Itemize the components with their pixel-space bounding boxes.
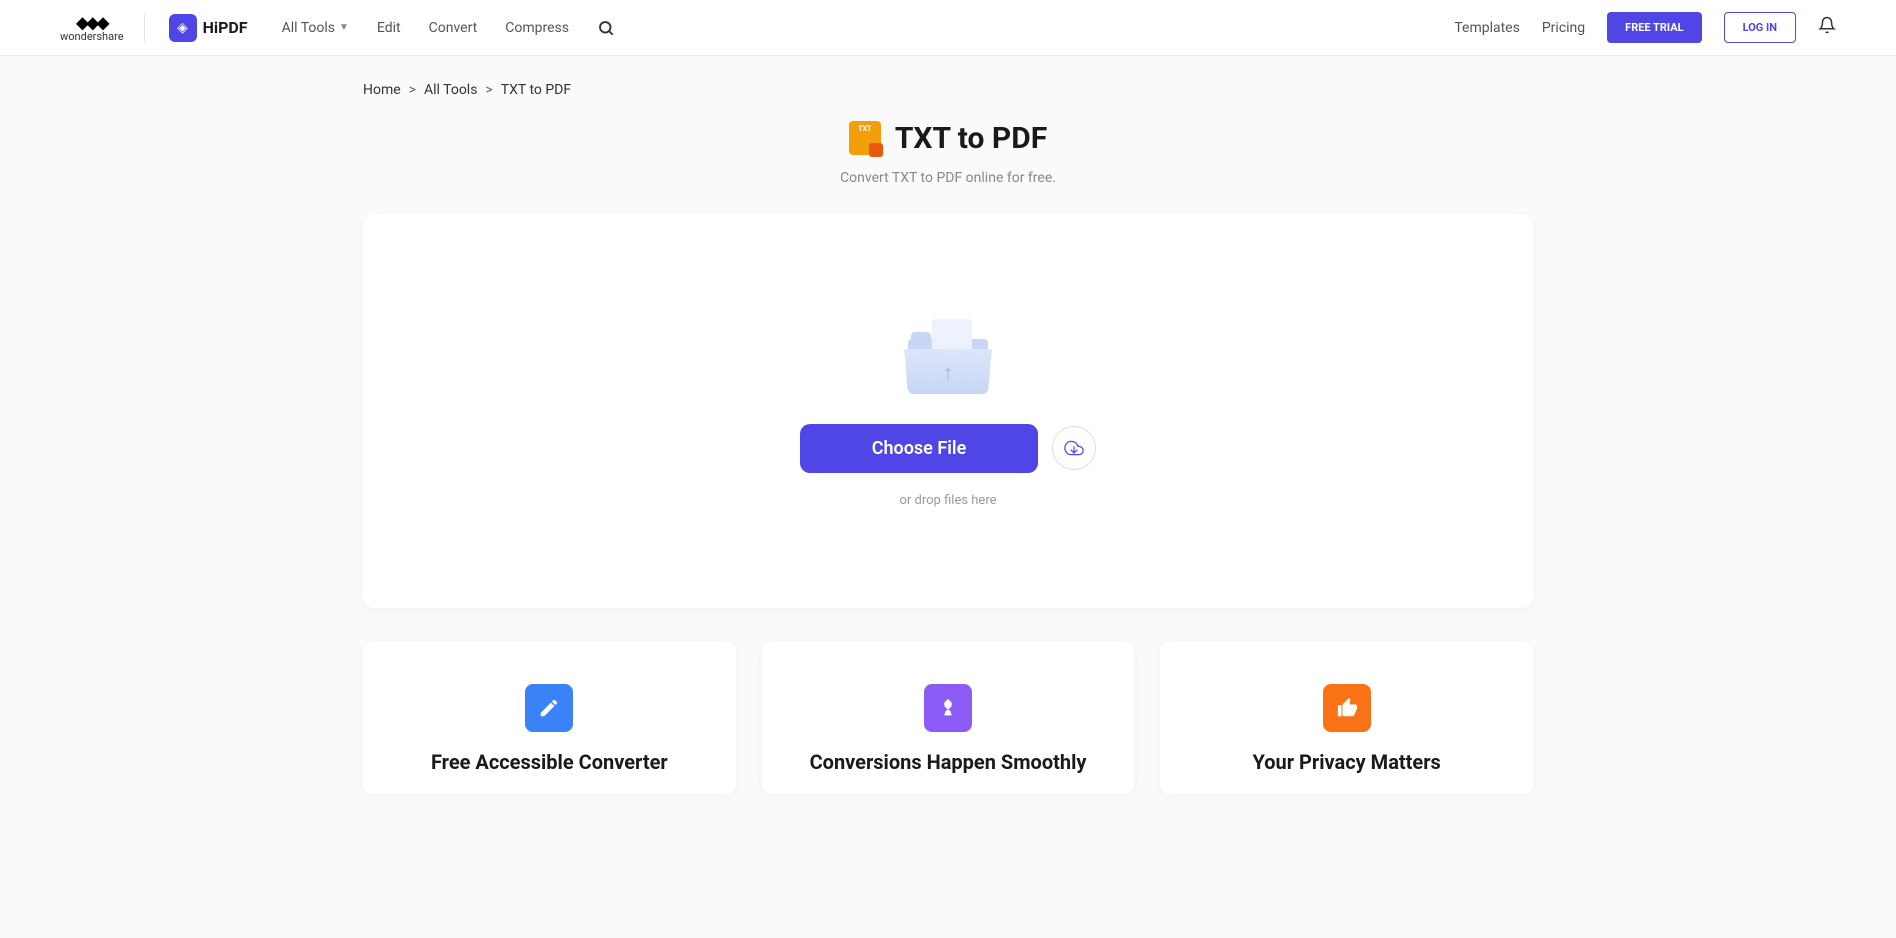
cloud-upload-button[interactable] (1052, 426, 1096, 470)
wondershare-logo[interactable]: ◆◆◆ wondershare (60, 13, 145, 43)
search-icon[interactable] (597, 19, 615, 37)
breadcrumb: Home > All Tools > TXT to PDF (363, 56, 1533, 116)
upload-box[interactable]: ↑ Choose File or drop files here (363, 214, 1533, 608)
drop-text: or drop files here (899, 493, 996, 508)
txt-file-icon (849, 121, 881, 155)
page-title: TXT to PDF (895, 121, 1047, 156)
header-left: ◆◆◆ wondershare ◈ HiPDF All Tools ▼ Edit… (60, 13, 615, 43)
thumbs-up-icon (1323, 684, 1371, 732)
nav-menu: All Tools ▼ Edit Convert Compress (282, 19, 615, 37)
pricing-link[interactable]: Pricing (1542, 20, 1585, 36)
breadcrumb-all-tools[interactable]: All Tools (424, 82, 477, 98)
header: ◆◆◆ wondershare ◈ HiPDF All Tools ▼ Edit… (0, 0, 1896, 56)
nav-all-tools-label: All Tools (282, 20, 335, 36)
breadcrumb-current: TXT to PDF (501, 82, 571, 98)
features-row: Free Accessible Converter Conversions Ha… (363, 642, 1533, 794)
folder-upload-icon: ↑ (908, 314, 988, 394)
wondershare-logo-text: wondershare (60, 30, 124, 43)
free-trial-button[interactable]: FREE TRIAL (1607, 12, 1701, 43)
feature-title: Your Privacy Matters (1190, 750, 1503, 774)
page-title-wrapper: TXT to PDF (849, 121, 1047, 156)
nav-convert[interactable]: Convert (429, 20, 478, 36)
nav-edit[interactable]: Edit (377, 20, 401, 36)
hipdf-logo-text: HiPDF (203, 18, 248, 37)
breadcrumb-separator: > (409, 82, 416, 98)
page-subtitle: Convert TXT to PDF online for free. (363, 170, 1533, 186)
badge-icon (924, 684, 972, 732)
feature-card-smooth: Conversions Happen Smoothly (762, 642, 1135, 794)
nav-all-tools[interactable]: All Tools ▼ (282, 20, 349, 36)
feature-card-privacy: Your Privacy Matters (1160, 642, 1533, 794)
choose-file-button[interactable]: Choose File (800, 424, 1039, 473)
header-right: Templates Pricing FREE TRIAL LOG IN (1454, 12, 1836, 43)
upload-actions: Choose File (800, 424, 1097, 473)
bell-icon[interactable] (1818, 16, 1836, 39)
page-title-section: TXT to PDF Convert TXT to PDF online for… (363, 116, 1533, 186)
nav-compress[interactable]: Compress (505, 20, 569, 36)
feature-title: Free Accessible Converter (393, 750, 706, 774)
pencil-icon (525, 684, 573, 732)
login-button[interactable]: LOG IN (1724, 12, 1796, 43)
feature-title: Conversions Happen Smoothly (792, 750, 1105, 774)
cloud-download-icon (1064, 438, 1084, 458)
chevron-down-icon: ▼ (339, 22, 349, 33)
hipdf-logo-icon: ◈ (169, 14, 197, 42)
breadcrumb-separator: > (485, 82, 492, 98)
feature-card-free: Free Accessible Converter (363, 642, 736, 794)
templates-link[interactable]: Templates (1454, 20, 1520, 36)
breadcrumb-home[interactable]: Home (363, 82, 401, 98)
main-container: Home > All Tools > TXT to PDF TXT to PDF… (363, 56, 1533, 794)
hipdf-logo[interactable]: ◈ HiPDF (169, 14, 248, 42)
